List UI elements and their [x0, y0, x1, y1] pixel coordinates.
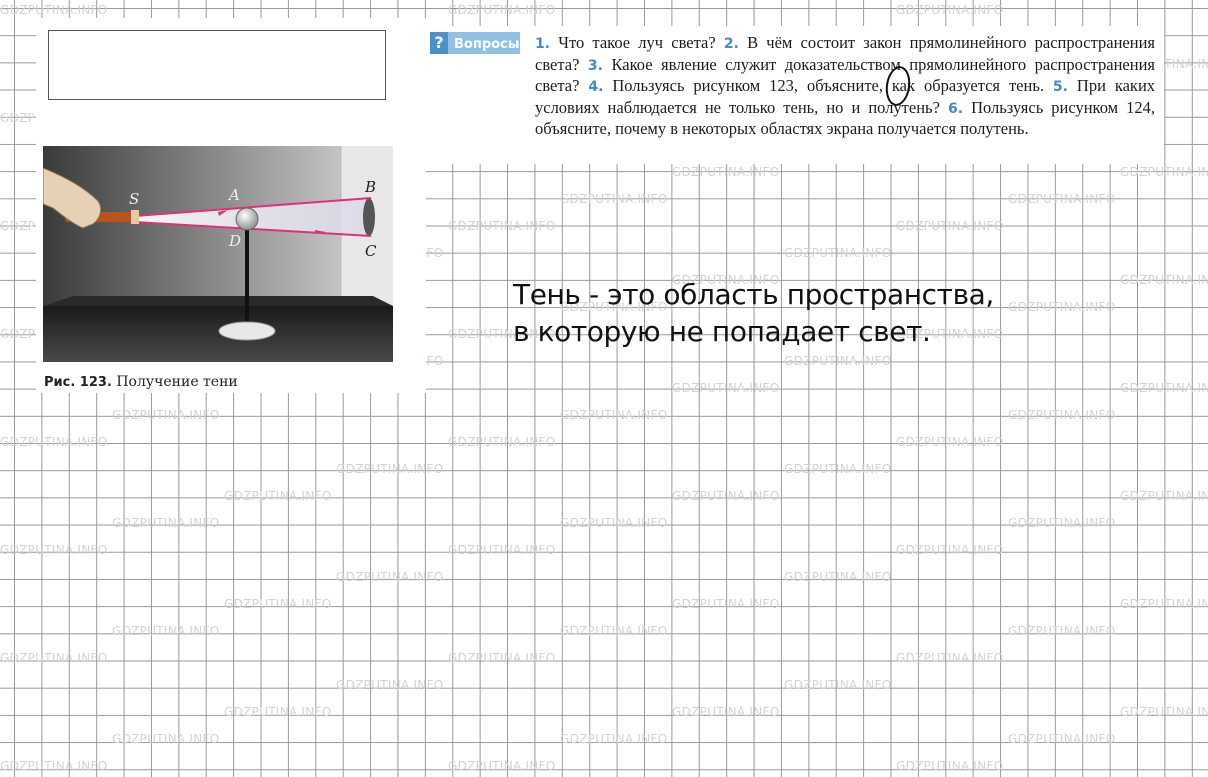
watermark: GDZPUTINA.INFO: [1008, 516, 1116, 530]
question-item: 1. Что такое луч света?: [535, 33, 716, 52]
watermark: GDZPUTINA.INFO: [896, 651, 1004, 665]
watermark: GDZPUTINA.INFO: [0, 759, 108, 773]
shadow-illustration: S A B C D: [43, 146, 393, 362]
questions-badge: ? Вопросы: [430, 32, 520, 54]
watermark: GDZPUTINA.INFO: [1008, 408, 1116, 422]
question-mark-icon: ?: [430, 32, 448, 54]
label-d: D: [228, 232, 241, 250]
watermark: GDZPUTINA.INFO: [1120, 597, 1208, 611]
watermark: GDZPUTINA.INFO: [1120, 489, 1208, 503]
watermark: GDZPUTINA.INFO: [0, 3, 108, 17]
watermark: GDZPUTINA.INFO: [896, 435, 1004, 449]
watermark: GDZPUTINA.INFO: [560, 408, 668, 422]
answer-box: [48, 30, 386, 100]
watermark: GDZPUTINA.INFO: [0, 651, 108, 665]
watermark: GDZPUTINA.INFO: [112, 516, 220, 530]
questions-list: 1. Что такое луч света? 2. В чём состоит…: [535, 33, 1155, 140]
watermark: GDZPUTINA.INFO: [672, 597, 780, 611]
watermark: GDZPUTINA.INFO: [784, 246, 892, 260]
watermark: GDZPUTINA.INFO: [0, 543, 108, 557]
watermark: GDZPUTINA.INFO: [672, 381, 780, 395]
watermark: GDZPUTINA.INFO: [784, 570, 892, 584]
watermark: GDZPUTINA.INFO: [1008, 624, 1116, 638]
watermark: GDZPUTINA.INFO: [560, 192, 668, 206]
watermark: GDZPUTINA.INFO: [672, 165, 780, 179]
answer-line-1: Тень - это область пространства,: [513, 278, 994, 311]
watermark: GDZPUTINA.INFO: [1120, 705, 1208, 719]
figure-title: Получение тени: [116, 374, 238, 390]
watermark: GDZPUTINA.INFO: [112, 732, 220, 746]
watermark: GDZPUTINA.INFO: [224, 705, 332, 719]
watermark: GDZPUTINA.INFO: [784, 678, 892, 692]
watermark: GDZPUTINA.INFO: [336, 462, 444, 476]
watermark: GDZPUTINA.INFO: [448, 651, 556, 665]
label-a: A: [227, 186, 240, 204]
watermark: GDZPUTINA.INFO: [672, 705, 780, 719]
ball: [235, 207, 259, 231]
answer-line-2: в которую не попадает свет.: [513, 315, 931, 348]
watermark: GDZPUTINA.INFO: [672, 489, 780, 503]
watermark: GDZPUTINA.INFO: [336, 678, 444, 692]
shadow-spot: [363, 198, 375, 236]
watermark: GDZPUTINA.INFO: [1008, 192, 1116, 206]
watermark: GDZPUTINA.INFO: [224, 597, 332, 611]
watermark: GDZPUTINA.INFO: [224, 489, 332, 503]
watermark: GDZPUTINA.INFO: [1120, 273, 1208, 287]
watermark: GDZPUTINA.INFO: [448, 543, 556, 557]
figure-number: Рис. 123.: [44, 375, 112, 390]
watermark: GDZPUTINA.INFO: [448, 3, 556, 17]
watermark: GDZPUTINA.INFO: [896, 759, 1004, 773]
watermark: GDZPUTINA.INFO: [896, 543, 1004, 557]
watermark: GDZPUTINA.INFO: [0, 435, 108, 449]
watermark: GDZPUTINA.INFO: [336, 570, 444, 584]
watermark: GDZPUTINA.INFO: [784, 462, 892, 476]
watermark: GDZPUTINA.INFO: [784, 354, 892, 368]
watermark: GDZPUTINA.INFO: [560, 516, 668, 530]
watermark: GDZPUTINA.INFO: [896, 219, 1004, 233]
label-s: S: [129, 190, 139, 208]
watermark: GDZPUTINA.INFO: [896, 3, 1004, 17]
handwritten-answer: Тень - это область пространства, в котор…: [513, 276, 994, 350]
watermark: GDZPUTINA.INFO: [1008, 732, 1116, 746]
watermark: GDZPUTINA.INFO: [1120, 381, 1208, 395]
watermark: GDZPUTINA.INFO: [448, 759, 556, 773]
watermark: GDZPUTINA.INFO: [560, 732, 668, 746]
floor: [43, 306, 393, 362]
watermark: GDZPUTINA.INFO: [1120, 165, 1208, 179]
watermark: GDZPUTINA.INFO: [560, 624, 668, 638]
watermark: GDZPUTINA.INFO: [112, 408, 220, 422]
question-item: 4. Пользуясь рисунком 123, объясните, ка…: [588, 76, 1044, 95]
figure-caption: Рис. 123. Получение тени: [44, 374, 238, 390]
stand-base: [218, 321, 276, 341]
watermark: GDZPUTINA.INFO: [112, 624, 220, 638]
figure-123-shadow-experiment: S A B C D: [43, 146, 393, 362]
watermark: GDZPUTINA.INFO: [448, 219, 556, 233]
label-c: C: [365, 242, 377, 260]
label-b: B: [364, 178, 376, 196]
watermark: GDZPUTINA.INFO: [1008, 300, 1116, 314]
questions-badge-label: Вопросы: [454, 37, 520, 52]
watermark: GDZPUTINA.INFO: [448, 435, 556, 449]
